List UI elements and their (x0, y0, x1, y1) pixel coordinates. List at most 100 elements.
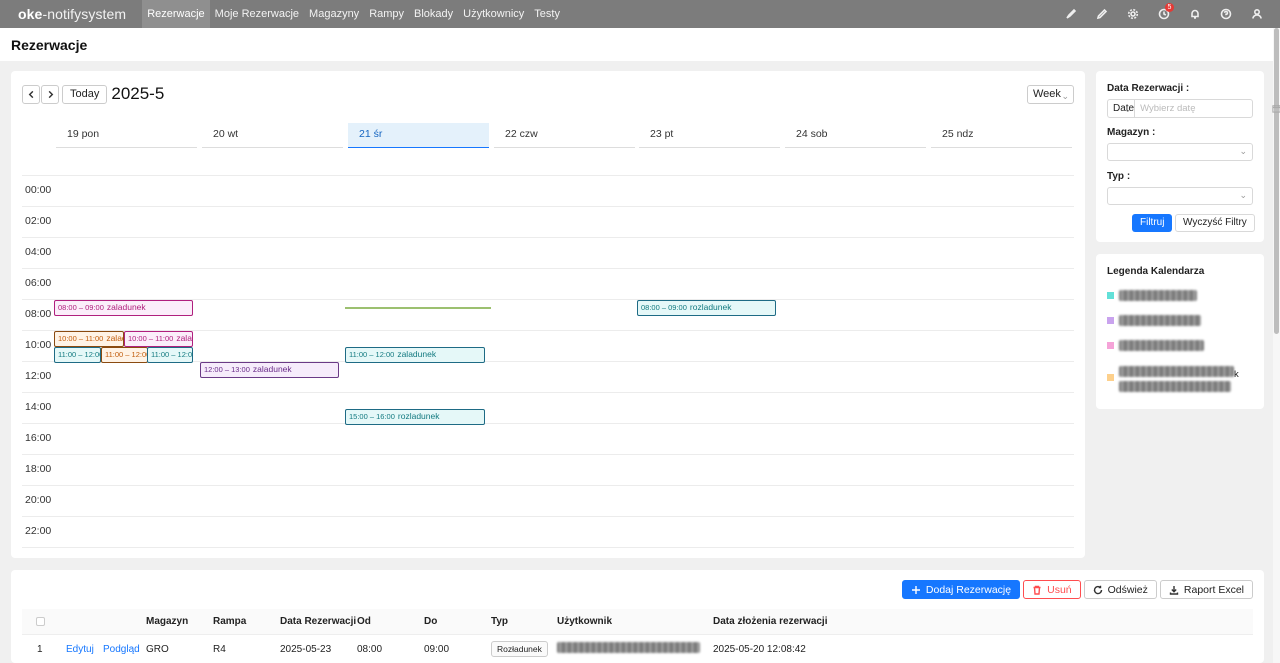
excel-report-button[interactable]: Raport Excel (1159, 580, 1253, 599)
grid-line (22, 516, 1074, 517)
type-select[interactable]: ⌄ (1107, 187, 1253, 205)
event-title: zaladunek (176, 333, 192, 343)
select-all-checkbox[interactable] (36, 617, 45, 626)
edit-icon[interactable] (1086, 0, 1117, 28)
add-reservation-button[interactable]: Dodaj Rezerwację (901, 580, 1021, 599)
prev-week-button[interactable] (22, 84, 40, 104)
redacted-text (1119, 315, 1201, 326)
help-icon[interactable] (1210, 0, 1241, 28)
next-week-button[interactable] (41, 84, 59, 104)
cell-submitted: 2025-05-20 12:08:42 (713, 644, 806, 655)
app-logo[interactable]: oke-notifysystem (18, 6, 126, 22)
date-filter-field: Date ⌄ (1107, 99, 1280, 118)
column-header[interactable]: Użytkownik (557, 616, 612, 627)
table-header: Magazyn Rampa Data Rezerwacji Od Do Typ … (22, 609, 1253, 635)
column-header[interactable]: Do (424, 616, 437, 627)
day-header[interactable]: 24 sob (785, 123, 926, 148)
calendar-event[interactable]: 11:00 – 12:00 zaladunek (345, 346, 485, 363)
chevron-down-icon: ⌄ (1239, 190, 1247, 200)
calendar-event[interactable]: 11:00 – 12:00 (101, 346, 148, 363)
day-header[interactable]: 19 pon (56, 123, 197, 148)
reservations-table-card: Dodaj Rezerwację Usuń Odśwież Raport Exc… (11, 570, 1264, 663)
nav-rezerwacje[interactable]: Rezerwacje (142, 0, 210, 28)
time-label: 02:00 (25, 215, 52, 227)
day-header[interactable]: 22 czw (494, 123, 635, 148)
calendar-event[interactable]: 08:00 – 09:00 zaladunek (54, 300, 193, 316)
event-time: 08:00 – 09:00 (58, 303, 104, 312)
trash-icon (1033, 585, 1041, 595)
nav-moje-rezerwacje[interactable]: Moje Rezerwacje (210, 0, 304, 28)
calendar-event[interactable]: 11:00 – 12:00 (147, 346, 193, 363)
chevron-down-icon: ⌄ (1124, 105, 1132, 114)
scrollbar-thumb[interactable] (1274, 28, 1279, 334)
redacted-text (1119, 340, 1204, 351)
calendar-event[interactable]: 08:00 – 09:00 rozladunek (637, 300, 776, 316)
column-header[interactable]: Data Rezerwacji (280, 616, 356, 627)
day-header[interactable]: 20 wt (202, 123, 343, 148)
nav-blokady[interactable]: Blokady (409, 0, 458, 28)
date-type-select[interactable]: Date ⌄ (1108, 100, 1136, 117)
column-header[interactable]: Rampa (213, 616, 246, 627)
legend-item (1107, 340, 1204, 351)
settings-icon[interactable] (1117, 0, 1148, 28)
nav-testy[interactable]: Testy (529, 0, 565, 28)
calendar-event[interactable]: 10:00 – 11:00zaladunek (54, 331, 124, 347)
time-label: 10:00 (25, 339, 52, 351)
row-index: 1 (37, 644, 43, 655)
pending-icon[interactable]: 5 (1148, 0, 1179, 28)
cell-warehouse: GRO (146, 644, 169, 655)
calendar-toolbar: Today 2025-5 (22, 84, 164, 104)
date-input[interactable] (1135, 100, 1273, 117)
page-scrollbar[interactable] (1273, 28, 1280, 663)
today-button[interactable]: Today (62, 84, 108, 104)
column-header[interactable]: Od (357, 616, 371, 627)
warehouse-filter-label: Magazyn : (1107, 127, 1156, 138)
delete-button[interactable]: Usuń (1023, 580, 1081, 599)
view-select[interactable]: Week ⌄ (1027, 85, 1074, 104)
event-title: rozladunek (689, 302, 732, 312)
view-select-value: Week (1033, 88, 1061, 100)
calendar-title: 2025-5 (111, 84, 165, 103)
nav-magazyny[interactable]: Magazyny (304, 0, 364, 28)
column-header[interactable]: Magazyn (146, 616, 188, 627)
table-row[interactable]: 1 Edytuj Podgląd GRO R4 2025-05-23 08:00… (22, 635, 1253, 663)
calendar-event[interactable]: 12:00 – 13:00 zaladunek (200, 362, 339, 378)
date-filter-label: Data Rezerwacji : (1107, 83, 1190, 94)
time-label: 04:00 (25, 246, 52, 258)
filter-button[interactable]: Filtruj (1132, 214, 1173, 232)
calendar-event[interactable]: 10:00 – 11:00zaladunek (124, 331, 193, 347)
day-header[interactable]: 23 pt (639, 123, 780, 148)
day-header[interactable]: 25 ndz (931, 123, 1072, 148)
event-time: 10:00 – 11:00 (128, 334, 174, 343)
grid-line (22, 547, 1074, 548)
calendar-icon[interactable] (1272, 100, 1280, 117)
event-time: 15:00 – 16:00 (349, 411, 395, 421)
day-header[interactable]: 21 śr (348, 123, 489, 148)
warehouse-select[interactable]: ⌄ (1107, 143, 1253, 161)
legend-item (1107, 315, 1201, 326)
redacted-text (557, 642, 700, 653)
edit-link[interactable]: Edytuj (66, 644, 94, 655)
column-header[interactable]: Typ (491, 616, 508, 627)
clear-filters-button[interactable]: Wyczyść Filtry (1175, 214, 1255, 232)
calendar-event[interactable]: 11:00 – 12:00 (54, 346, 101, 363)
time-label: 22:00 (25, 525, 52, 537)
user-icon[interactable] (1241, 0, 1272, 28)
nav-rampy[interactable]: Rampy (364, 0, 409, 28)
bell-icon[interactable] (1179, 0, 1210, 28)
nav-uzytkownicy[interactable]: Użytkownicy (458, 0, 529, 28)
preview-link[interactable]: Podgląd (103, 644, 140, 655)
refresh-button[interactable]: Odśwież (1083, 580, 1157, 599)
grid-line (22, 268, 1074, 269)
column-header[interactable]: Data złożenia rezerwacji (713, 616, 828, 627)
event-time: 11:00 – 12:00 (105, 349, 148, 359)
event-time: 10:00 – 11:00 (58, 334, 104, 343)
top-navbar: oke-notifysystem Rezerwacje Moje Rezerwa… (0, 0, 1280, 28)
grid-line (22, 206, 1074, 207)
plus-icon (911, 585, 920, 594)
refresh-icon (1093, 585, 1102, 594)
notification-badge: 5 (1165, 3, 1174, 12)
calendar-event[interactable]: 15:00 – 16:00 rozladunek (345, 408, 485, 425)
brush-icon[interactable] (1055, 0, 1086, 28)
chevron-right-icon (48, 90, 53, 98)
